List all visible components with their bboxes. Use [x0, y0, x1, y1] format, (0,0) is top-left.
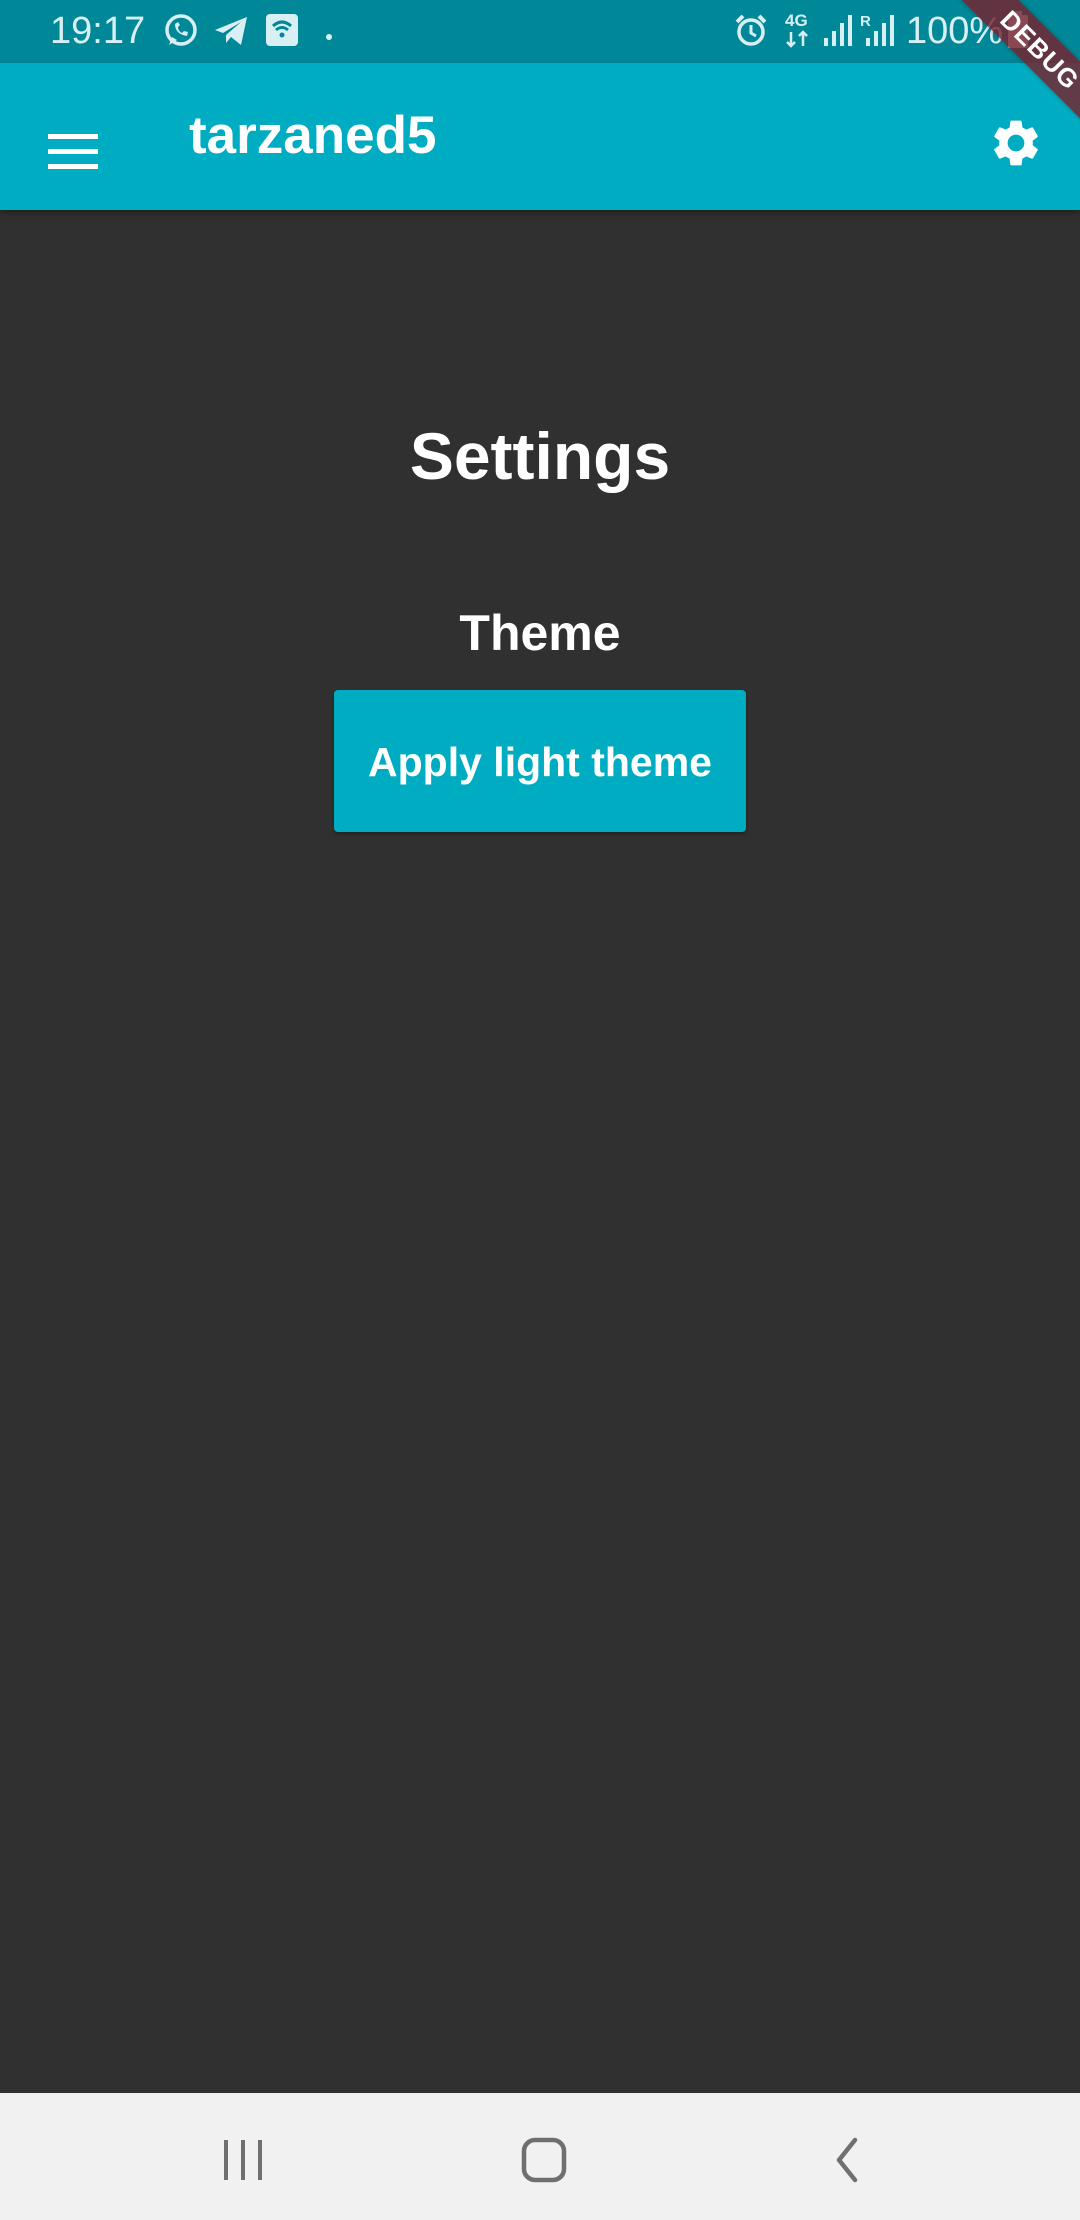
- dot-icon: [325, 28, 333, 46]
- wifi-call-icon: [264, 12, 300, 53]
- whatsapp-icon: [162, 12, 200, 55]
- hamburger-menu-icon: [48, 134, 98, 169]
- home-button[interactable]: [499, 2115, 589, 2205]
- apply-light-theme-button[interactable]: Apply light theme: [334, 690, 746, 832]
- alarm-icon: [732, 12, 770, 55]
- status-time: 19:17: [50, 10, 146, 52]
- app-screen: 19:17 4G R 100% tarzaned5 DEBUG Settings…: [0, 0, 1080, 2220]
- roaming-signal-icon: R: [860, 12, 900, 53]
- network-4g-label: 4G: [785, 11, 808, 30]
- status-bar: 19:17 4G R 100%: [0, 0, 1080, 63]
- gear-icon: [994, 120, 1038, 166]
- svg-text:R: R: [860, 13, 871, 30]
- network-4g-icon: 4G: [783, 10, 813, 55]
- app-title: tarzaned5: [189, 106, 437, 165]
- signal-icon: [822, 12, 856, 53]
- recent-apps-button[interactable]: [198, 2115, 288, 2205]
- back-button[interactable]: [802, 2115, 892, 2205]
- app-bar: tarzaned5: [0, 63, 1080, 210]
- system-navigation-bar: [0, 2093, 1080, 2220]
- recent-apps-icon: [224, 2140, 262, 2180]
- home-icon: [521, 2137, 567, 2183]
- back-icon: [836, 2137, 858, 2183]
- settings-button[interactable]: [966, 93, 1066, 193]
- menu-button[interactable]: [24, 103, 122, 201]
- telegram-icon: [212, 12, 250, 55]
- page-title: Settings: [409, 419, 671, 493]
- theme-section-title: Theme: [459, 605, 621, 661]
